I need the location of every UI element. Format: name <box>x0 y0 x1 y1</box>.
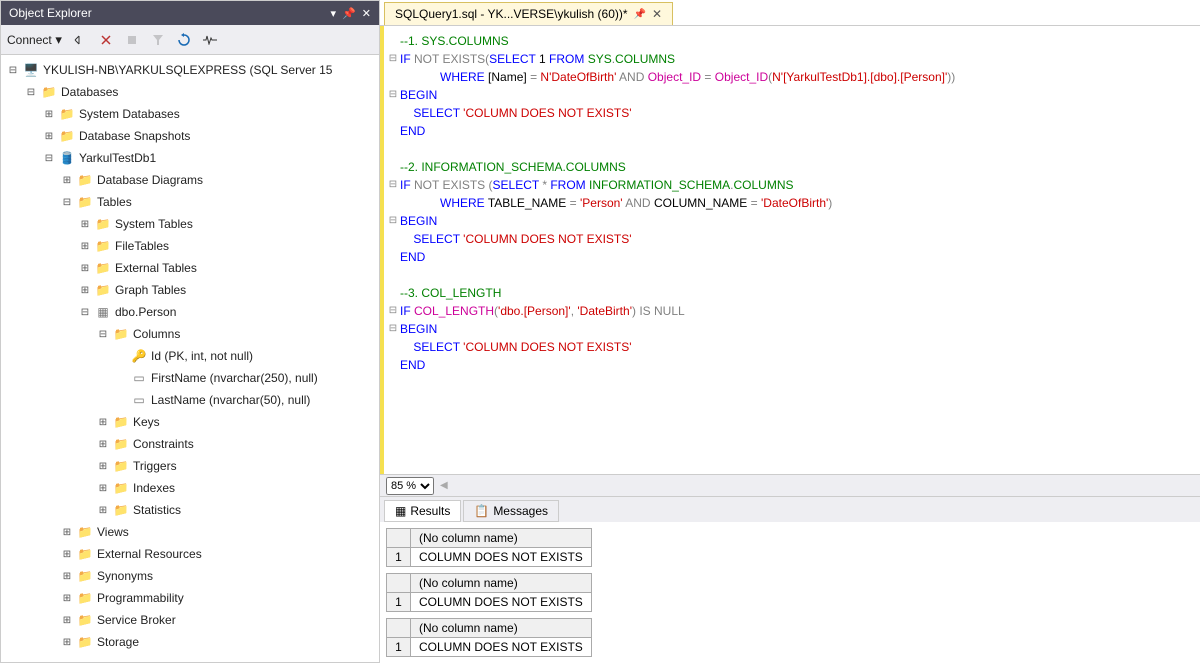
tree-graph-tables[interactable]: ⊞📁Graph Tables <box>1 279 379 301</box>
tree-external-tables[interactable]: ⊞📁External Tables <box>1 257 379 279</box>
tree-views[interactable]: ⊞📁Views <box>1 521 379 543</box>
object-explorer-panel: Object Explorer ▾ 📌 ✕ Connect ▾ ⊟🖥️YKULI… <box>0 0 380 663</box>
pin-icon[interactable]: 📌 <box>342 7 356 20</box>
result-grid-2[interactable]: (No column name) 1COLUMN DOES NOT EXISTS <box>386 573 1194 612</box>
tree-database-diagrams[interactable]: ⊞📁Database Diagrams <box>1 169 379 191</box>
results-body: (No column name) 1COLUMN DOES NOT EXISTS… <box>380 522 1200 663</box>
filter-icon[interactable] <box>150 32 166 48</box>
tree-columns[interactable]: ⊟📁Columns <box>1 323 379 345</box>
tree-statistics[interactable]: ⊞📁Statistics <box>1 499 379 521</box>
tree-col-id[interactable]: 🔑Id (PK, int, not null) <box>1 345 379 367</box>
sql-editor[interactable]: --1. SYS.COLUMNS ⊟IF NOT EXISTS(SELECT 1… <box>380 26 1200 474</box>
tree-synonyms[interactable]: ⊞📁Synonyms <box>1 565 379 587</box>
tree-constraints[interactable]: ⊞📁Constraints <box>1 433 379 455</box>
result-grid-3[interactable]: (No column name) 1COLUMN DOES NOT EXISTS <box>386 618 1194 657</box>
close-tab-icon[interactable]: ✕ <box>652 7 662 21</box>
tabbar: SQLQuery1.sql - YK...VERSE\ykulish (60))… <box>380 0 1200 26</box>
tree-databases[interactable]: ⊟📁Databases <box>1 81 379 103</box>
tree-server[interactable]: ⊟🖥️YKULISH-NB\YARKULSQLEXPRESS (SQL Serv… <box>1 59 379 81</box>
object-tree[interactable]: ⊟🖥️YKULISH-NB\YARKULSQLEXPRESS (SQL Serv… <box>1 55 379 662</box>
tree-yarkultestdb1[interactable]: ⊟🛢️YarkulTestDb1 <box>1 147 379 169</box>
tab-messages[interactable]: 📋Messages <box>463 500 559 522</box>
tree-storage[interactable]: ⊞📁Storage <box>1 631 379 653</box>
messages-icon: 📋 <box>474 504 489 518</box>
explorer-toolbar: Connect ▾ <box>1 25 379 55</box>
tree-system-databases[interactable]: ⊞📁System Databases <box>1 103 379 125</box>
tree-tables[interactable]: ⊟📁Tables <box>1 191 379 213</box>
tree-col-firstname[interactable]: ▭FirstName (nvarchar(250), null) <box>1 367 379 389</box>
tree-external-resources[interactable]: ⊞📁External Resources <box>1 543 379 565</box>
tree-dbo-person[interactable]: ⊟▦dbo.Person <box>1 301 379 323</box>
tree-col-lastname[interactable]: ▭LastName (nvarchar(50), null) <box>1 389 379 411</box>
tree-service-broker[interactable]: ⊞📁Service Broker <box>1 609 379 631</box>
result-grid-1[interactable]: (No column name) 1COLUMN DOES NOT EXISTS <box>386 528 1194 567</box>
tree-programmability[interactable]: ⊞📁Programmability <box>1 587 379 609</box>
tree-indexes[interactable]: ⊞📁Indexes <box>1 477 379 499</box>
results-tabbar: ▦Results 📋Messages <box>380 496 1200 522</box>
tree-database-snapshots[interactable]: ⊞📁Database Snapshots <box>1 125 379 147</box>
zoom-bar: 85 % ◀ <box>380 474 1200 496</box>
connect-button[interactable]: Connect ▾ <box>7 32 62 48</box>
object-explorer-header: Object Explorer ▾ 📌 ✕ <box>1 1 379 25</box>
tree-triggers[interactable]: ⊞📁Triggers <box>1 455 379 477</box>
grid-icon: ▦ <box>395 504 406 518</box>
tab-sqlquery1[interactable]: SQLQuery1.sql - YK...VERSE\ykulish (60))… <box>384 2 673 25</box>
activity-icon[interactable] <box>202 32 218 48</box>
tab-title: SQLQuery1.sql - YK...VERSE\ykulish (60))… <box>395 7 628 21</box>
disconnect-all-icon[interactable] <box>98 32 114 48</box>
pin-icon[interactable]: 📌 <box>634 9 646 20</box>
panel-title: Object Explorer <box>9 6 92 20</box>
tree-keys[interactable]: ⊞📁Keys <box>1 411 379 433</box>
editor-area: SQLQuery1.sql - YK...VERSE\ykulish (60))… <box>380 0 1200 663</box>
zoom-select[interactable]: 85 % <box>386 477 434 495</box>
tree-system-tables[interactable]: ⊞📁System Tables <box>1 213 379 235</box>
stop-icon[interactable] <box>124 32 140 48</box>
scroll-left-icon[interactable]: ◀ <box>440 480 448 491</box>
refresh-icon[interactable] <box>176 32 192 48</box>
tab-results[interactable]: ▦Results <box>384 500 461 522</box>
dropdown-icon[interactable]: ▾ <box>331 7 337 20</box>
disconnect-icon[interactable] <box>72 32 88 48</box>
tree-filetables[interactable]: ⊞📁FileTables <box>1 235 379 257</box>
close-icon[interactable]: ✕ <box>362 7 371 20</box>
